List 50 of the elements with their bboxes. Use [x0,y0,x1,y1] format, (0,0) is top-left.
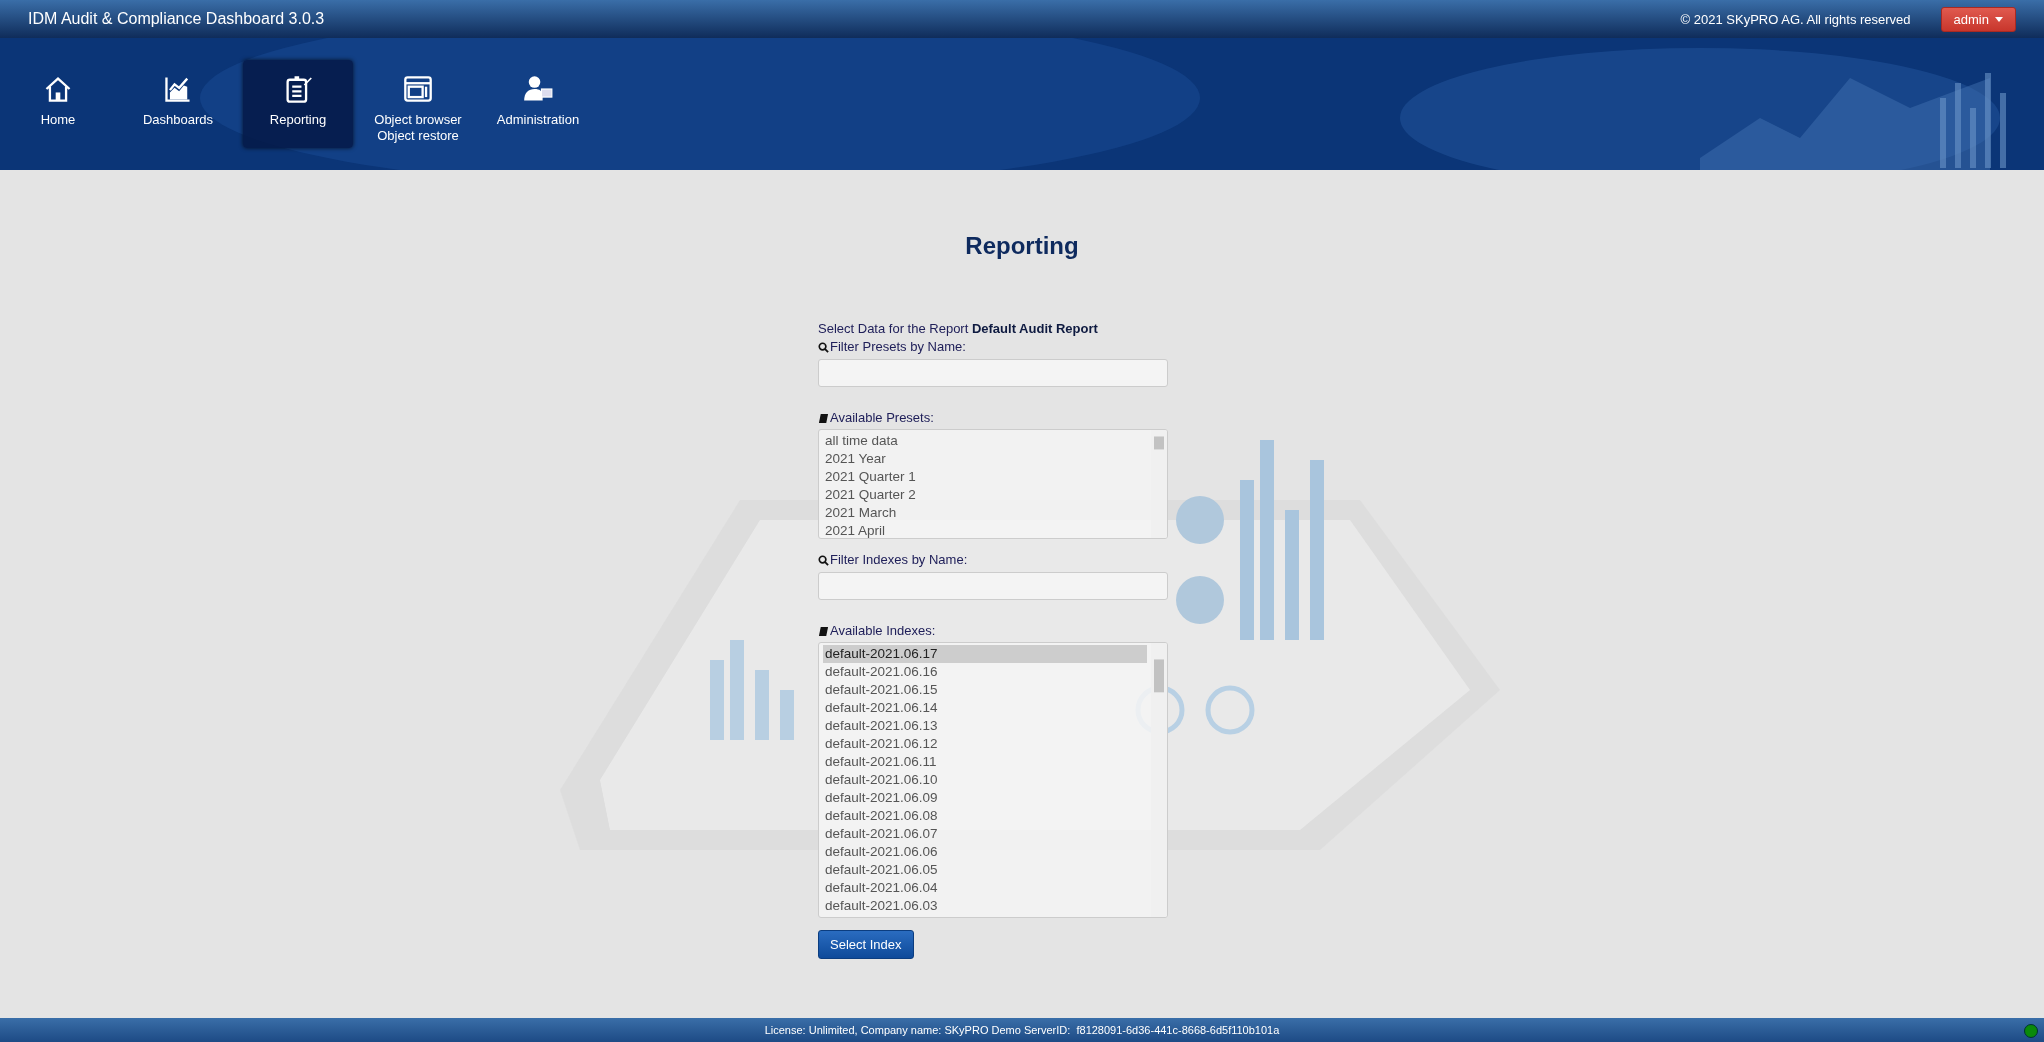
list-option[interactable]: 2021 April [823,522,1147,538]
nav-tab[interactable]: Administration [483,60,593,148]
field-label: Filter Presets by Name: [830,338,966,356]
list-option[interactable]: default-2021.06.09 [823,789,1147,807]
list-option[interactable]: 2021 Year [823,450,1147,468]
license-text: License: Unlimited, Company name: SKyPRO Demo ServerID: f8128091-6d36-441c-8668-6d5f110b101a [764,1024,1280,1036]
chart-icon [163,74,193,104]
user-computer-icon [523,74,553,104]
field-label: Available Presets: [830,409,934,427]
list-option[interactable]: default-2021.06.03 [823,897,1147,915]
nav-tab[interactable]: Reporting [243,60,353,148]
scrollbar[interactable] [1151,430,1167,538]
page-title: Reporting [965,232,1079,260]
list-option[interactable]: default-2021.06.15 [823,681,1147,699]
nav-tab[interactable]: Home [3,60,113,148]
search-icon [818,341,829,353]
list-box[interactable] [818,642,1168,918]
clipboard-icon [283,74,313,104]
list-option[interactable]: default-2021.06.12 [823,735,1147,753]
list-option[interactable]: default-2021.06.04 [823,879,1147,897]
list-option[interactable]: default-2021.06.05 [823,861,1147,879]
nav-tab[interactable]: Dashboards [123,60,233,148]
list-option[interactable]: default-2021.06.16 [823,663,1147,681]
list-option[interactable]: 2021 Quarter 2 [823,486,1147,504]
input-field[interactable] [818,359,1168,387]
window-icon [403,74,433,104]
list-option[interactable]: default-2021.06.06 [823,843,1147,861]
intro-text: Select Data for the Report Default Audit Report [818,320,1099,338]
list-option[interactable]: default-2021.06.17 [823,645,1147,663]
list-option[interactable]: default-2021.06.10 [823,771,1147,789]
list-option[interactable]: default-2021.06.08 [823,807,1147,825]
list-option[interactable]: default-2021.06.07 [823,825,1147,843]
list-option[interactable]: 2021 March [823,504,1147,522]
list-option[interactable]: 2021 Quarter 1 [823,468,1147,486]
user-menu-button[interactable]: admin [1940,6,2016,32]
copyright-text: © 2021 SKyPRO AG. All rights reserved [1680,11,1911,27]
input-field[interactable] [818,572,1168,600]
caret-icon [1995,16,2003,22]
nav-tab[interactable]: Object browser Object restore [363,60,473,148]
list-option[interactable]: default-2021.06.11 [823,753,1147,771]
app-title: IDM Audit & Compliance Dashboard 3.0.3 [28,10,326,28]
list-option[interactable]: all time data [823,432,1147,450]
search-icon [818,554,829,566]
scrollbar[interactable] [1151,643,1167,917]
field-label: Available Indexes: [830,622,936,640]
select-index-button[interactable]: Select Index [818,930,914,959]
list-option[interactable]: default-2021.06.14 [823,699,1147,717]
field-label: Filter Indexes by Name: [830,551,968,569]
list-box[interactable]: all time data 2021 Year 2021 Quarter 1 2021 Quarter 2 2021 March 2021 April [818,429,1168,539]
list-option[interactable]: default-2021.06.13 [823,717,1147,735]
